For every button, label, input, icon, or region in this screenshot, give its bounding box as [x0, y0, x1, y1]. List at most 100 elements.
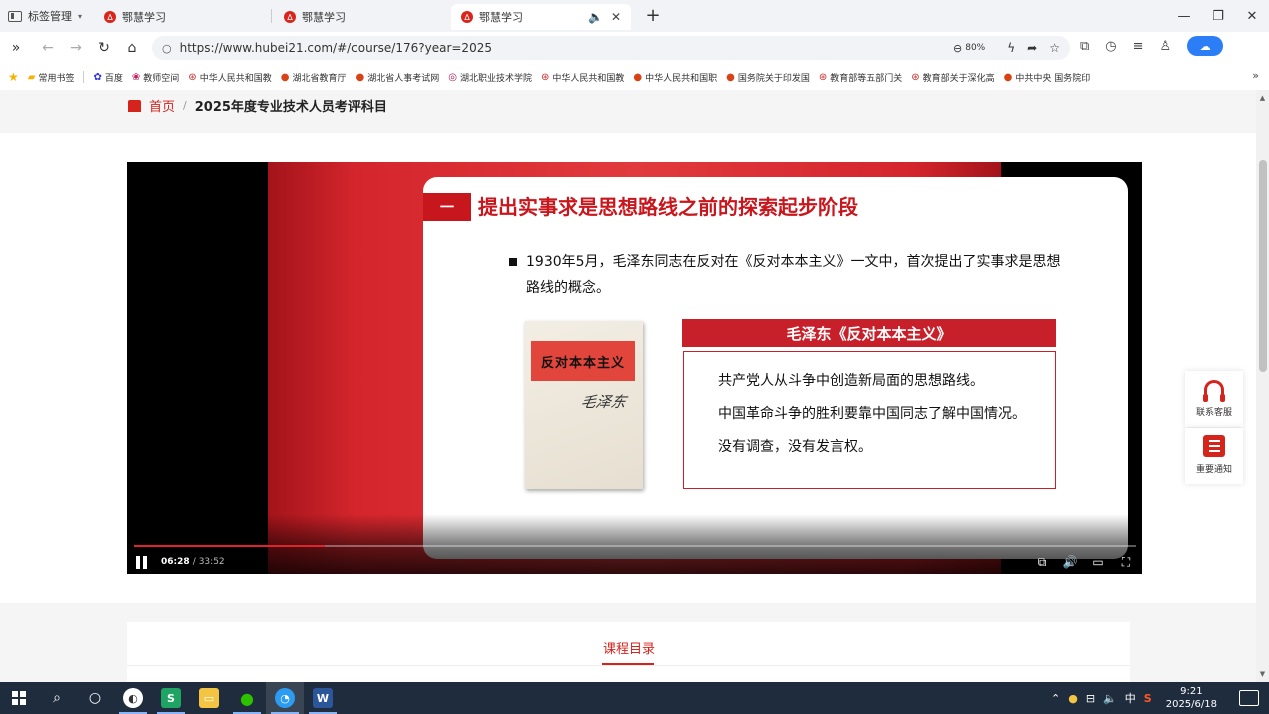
duration: 33:52	[198, 557, 225, 567]
scrollbar-thumb[interactable]	[1259, 160, 1267, 372]
search-icon: ○	[162, 41, 172, 55]
headset-icon	[1202, 377, 1226, 402]
network-icon[interactable]: ⊟	[1086, 692, 1095, 705]
qq-browser-app-icon: ◔	[275, 688, 295, 708]
flower-icon: ❀	[131, 71, 141, 83]
bookmark-item[interactable]: ● 湖北省人事考试网	[355, 71, 439, 84]
zoom-icon[interactable]: ⊖	[953, 42, 962, 55]
cloud-icon[interactable]: ☁	[1187, 36, 1224, 56]
taskbar-app-qq-browser[interactable]: ◔	[266, 682, 304, 714]
widescreen-icon[interactable]: ▭	[1090, 554, 1106, 570]
zoom-level[interactable]: 80%	[965, 43, 985, 53]
breadcrumb-separator: /	[183, 99, 187, 112]
bookmark-label: 中华人民共和国职	[645, 73, 718, 84]
new-tab-button[interactable]: +	[643, 5, 663, 26]
minimize-icon[interactable]: —	[1167, 0, 1201, 32]
bookmark-label: 湖北职业技术学院	[459, 73, 532, 84]
bookmark-label: 教师空间	[143, 73, 180, 84]
browser-tab[interactable]: ∆ 鄂慧学习	[94, 4, 269, 30]
baidu-icon: ✿	[93, 71, 102, 83]
task-view-icon[interactable]: ○	[76, 682, 114, 714]
taskbar-app-sheets[interactable]: S	[152, 682, 190, 714]
taskbar-app-browser[interactable]: ◐	[114, 682, 152, 714]
close-window-icon[interactable]: ✕	[1235, 0, 1269, 32]
restore-icon[interactable]: ❐	[1201, 0, 1235, 32]
gov-icon: ●	[633, 71, 643, 83]
browser-tab[interactable]: ∆ 鄂慧学习	[274, 4, 449, 30]
bookmark-item[interactable]: ◎ 湖北职业技术学院	[448, 71, 532, 84]
time-display: 06:28 / 33:52	[161, 557, 225, 567]
bookmark-item[interactable]: ⊛ 教育部等五部门关	[819, 71, 902, 84]
important-notice-button[interactable]: 重要通知	[1185, 428, 1243, 484]
scroll-up-icon[interactable]: ▲	[1256, 92, 1269, 104]
start-button[interactable]	[0, 682, 38, 714]
bookmarks-bar: ★ ▰ 常用书签 ✿ 百度 ❀ 教师空间 ⊛ 中华人民共和国教 ● 湖北省教育厅…	[0, 66, 1269, 88]
taskbar-app-explorer[interactable]: ▭	[190, 682, 228, 714]
url-text[interactable]: https://www.hubei21.com/#/course/176?yea…	[180, 41, 953, 55]
bookmark-item[interactable]: ⊛ 中华人民共和国教	[541, 71, 624, 84]
video-player[interactable]: 一 提出实事求是思想路线之前的探索起步阶段 1930年5月，毛泽东同志在反对在《…	[127, 162, 1142, 574]
bookmark-item[interactable]: ● 中共中央 国务院印	[1004, 71, 1091, 84]
tray-overflow-icon[interactable]: ⌃	[1051, 692, 1060, 705]
speaker-icon[interactable]: 🔈	[588, 10, 603, 24]
reload-icon[interactable]: ↻	[90, 34, 118, 62]
bookmark-item[interactable]: ▰ 常用书签	[28, 71, 75, 84]
clock[interactable]: 9:21 2025/6/18	[1166, 685, 1217, 711]
site-favicon-icon: ∆	[104, 11, 116, 23]
share-icon[interactable]: ➦	[1027, 41, 1037, 55]
address-bar[interactable]: ○ https://www.hubei21.com/#/course/176?y…	[152, 36, 1070, 60]
scroll-down-icon[interactable]: ▼	[1256, 668, 1269, 680]
forward-icon[interactable]: →	[62, 34, 90, 62]
bookmark-item[interactable]: ● 湖北省教育厅	[281, 71, 347, 84]
bookmark-item[interactable]: ● 国务院关于印发国	[726, 71, 810, 84]
taskbar-app-wechat[interactable]: ●	[228, 682, 266, 714]
page-scrollbar[interactable]: ▲ ▼	[1256, 90, 1269, 682]
progress-bar[interactable]	[134, 545, 1136, 547]
bookmark-divider	[83, 71, 85, 83]
star-icon[interactable]: ☆	[1049, 41, 1060, 55]
extensions-icon[interactable]: ⧉	[1080, 39, 1089, 54]
picture-in-picture-icon[interactable]: ⧉	[1034, 554, 1050, 570]
bookmark-item[interactable]: ✿ 百度	[93, 71, 122, 84]
bookmarks-star-icon[interactable]: ★	[8, 70, 19, 84]
book-signature: 毛泽东	[578, 393, 628, 411]
bookmark-item[interactable]: ❀ 教师空间	[132, 71, 179, 84]
bookmark-label: 中华人民共和国教	[552, 73, 625, 84]
tab-course-catalog[interactable]: 课程目录	[603, 638, 655, 657]
notification-center-icon[interactable]	[1239, 690, 1259, 706]
history-icon[interactable]: ◷	[1105, 39, 1116, 54]
player-controls: 06:28 / 33:52 ⧉ 🔊 ▭ ⛶	[127, 514, 1142, 574]
wechat-app-icon: ●	[240, 688, 254, 708]
chevron-down-icon: ▾	[78, 11, 83, 21]
search-icon[interactable]: ⌕	[38, 682, 76, 714]
bookmark-item[interactable]: ● 中华人民共和国职	[633, 71, 717, 84]
emblem-icon: ⊛	[540, 71, 550, 83]
site-favicon-icon: ∆	[284, 11, 296, 23]
menu-icon[interactable]: ≡	[1133, 39, 1144, 54]
bookmark-item[interactable]: ⊛ 教育部关于深化高	[911, 71, 994, 84]
tab-title: 鄂慧学习	[302, 11, 346, 24]
fullscreen-icon[interactable]: ⛶	[1118, 554, 1134, 570]
back-icon[interactable]: ←	[34, 34, 62, 62]
taskbar-app-word[interactable]: W	[304, 682, 342, 714]
sidebar-toggle-icon[interactable]: »	[2, 34, 30, 62]
slide-bullet-text: 1930年5月，毛泽东同志在反对在《反对本本主义》一文中，首次提出了实事求是思想…	[509, 249, 1069, 301]
catalog-divider	[127, 665, 1130, 666]
contact-service-button[interactable]: 联系客服	[1185, 371, 1243, 427]
tray-app-icon[interactable]: ●	[1068, 692, 1078, 705]
account-icon[interactable]: ♙	[1160, 39, 1172, 54]
ime-indicator[interactable]: 中	[1125, 690, 1136, 706]
volume-icon[interactable]: 🔊	[1062, 554, 1078, 570]
browser-tab-active[interactable]: ∆ 鄂慧学习 🔈 ✕	[451, 4, 631, 30]
bookmarks-overflow-icon[interactable]: »	[1252, 69, 1259, 82]
tab-manager-button[interactable]: 标签管理 ▾	[0, 8, 92, 24]
pause-icon[interactable]	[136, 556, 148, 569]
close-tab-icon[interactable]: ✕	[611, 10, 621, 24]
home-icon[interactable]: ⌂	[118, 34, 146, 62]
quote-line: 共产党人从斗争中创造新局面的思想路线。	[718, 373, 984, 389]
bookmark-item[interactable]: ⊛ 中华人民共和国教	[188, 71, 271, 84]
sogou-icon[interactable]: S	[1144, 692, 1152, 705]
lightning-icon[interactable]: ϟ	[1007, 41, 1015, 55]
breadcrumb-home-link[interactable]: 首页	[149, 96, 175, 115]
volume-icon[interactable]: 🔈	[1103, 692, 1117, 705]
